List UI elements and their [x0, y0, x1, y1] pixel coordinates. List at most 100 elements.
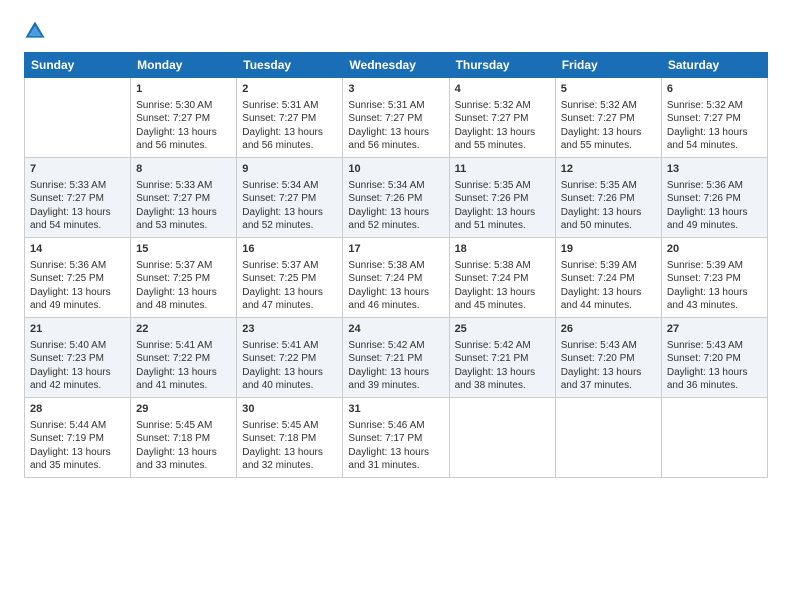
day-info-line: Daylight: 13 hours: [30, 286, 125, 300]
day-info-line: Sunrise: 5:34 AM: [242, 179, 337, 193]
day-info-line: and 53 minutes.: [136, 219, 231, 233]
day-info-line: and 44 minutes.: [561, 299, 656, 313]
day-info-line: Daylight: 13 hours: [561, 206, 656, 220]
day-number: 13: [667, 162, 762, 177]
calendar-cell: [25, 78, 131, 158]
day-info-line: Sunset: 7:22 PM: [136, 352, 231, 366]
day-info-line: Daylight: 13 hours: [242, 206, 337, 220]
day-info-line: Sunset: 7:21 PM: [455, 352, 550, 366]
day-info-line: Sunrise: 5:36 AM: [667, 179, 762, 193]
day-number: 1: [136, 82, 231, 97]
day-number: 7: [30, 162, 125, 177]
day-info-line: Sunset: 7:25 PM: [30, 272, 125, 286]
calendar-cell: 22Sunrise: 5:41 AMSunset: 7:22 PMDayligh…: [131, 318, 237, 398]
calendar-cell: 29Sunrise: 5:45 AMSunset: 7:18 PMDayligh…: [131, 398, 237, 478]
calendar-cell: 12Sunrise: 5:35 AMSunset: 7:26 PMDayligh…: [555, 158, 661, 238]
header-cell-sunday: Sunday: [25, 53, 131, 78]
day-info-line: Sunset: 7:27 PM: [136, 192, 231, 206]
header-cell-thursday: Thursday: [449, 53, 555, 78]
calendar-cell: 9Sunrise: 5:34 AMSunset: 7:27 PMDaylight…: [237, 158, 343, 238]
day-info-line: Sunset: 7:27 PM: [348, 112, 443, 126]
day-info-line: and 32 minutes.: [242, 459, 337, 473]
day-info-line: Daylight: 13 hours: [455, 286, 550, 300]
day-info-line: and 54 minutes.: [30, 219, 125, 233]
day-info-line: Daylight: 13 hours: [667, 366, 762, 380]
logo-icon: [24, 20, 46, 42]
week-row-5: 28Sunrise: 5:44 AMSunset: 7:19 PMDayligh…: [25, 398, 768, 478]
calendar-cell: 3Sunrise: 5:31 AMSunset: 7:27 PMDaylight…: [343, 78, 449, 158]
day-info-line: Daylight: 13 hours: [667, 206, 762, 220]
header-cell-monday: Monday: [131, 53, 237, 78]
day-info-line: Daylight: 13 hours: [348, 446, 443, 460]
day-info-line: Sunset: 7:22 PM: [242, 352, 337, 366]
day-number: 20: [667, 242, 762, 257]
day-info-line: and 42 minutes.: [30, 379, 125, 393]
header: [24, 20, 768, 42]
day-info-line: Sunrise: 5:43 AM: [667, 339, 762, 353]
day-info-line: Sunset: 7:19 PM: [30, 432, 125, 446]
day-info-line: Sunrise: 5:37 AM: [136, 259, 231, 273]
day-info-line: Daylight: 13 hours: [561, 286, 656, 300]
day-info-line: and 49 minutes.: [667, 219, 762, 233]
day-number: 19: [561, 242, 656, 257]
day-info-line: Daylight: 13 hours: [136, 286, 231, 300]
day-info-line: and 50 minutes.: [561, 219, 656, 233]
header-cell-friday: Friday: [555, 53, 661, 78]
day-info-line: Sunrise: 5:42 AM: [455, 339, 550, 353]
day-info-line: Sunset: 7:20 PM: [667, 352, 762, 366]
day-info-line: Sunrise: 5:36 AM: [30, 259, 125, 273]
day-info-line: Daylight: 13 hours: [455, 206, 550, 220]
day-info-line: Daylight: 13 hours: [242, 446, 337, 460]
day-info-line: and 49 minutes.: [30, 299, 125, 313]
calendar-cell: 16Sunrise: 5:37 AMSunset: 7:25 PMDayligh…: [237, 238, 343, 318]
calendar-cell: 27Sunrise: 5:43 AMSunset: 7:20 PMDayligh…: [661, 318, 767, 398]
header-cell-wednesday: Wednesday: [343, 53, 449, 78]
day-info-line: Daylight: 13 hours: [348, 126, 443, 140]
day-info-line: and 33 minutes.: [136, 459, 231, 473]
day-info-line: Sunset: 7:23 PM: [30, 352, 125, 366]
day-info-line: and 36 minutes.: [667, 379, 762, 393]
day-number: 24: [348, 322, 443, 337]
day-info-line: and 55 minutes.: [455, 139, 550, 153]
calendar-cell: [661, 398, 767, 478]
day-info-line: Sunset: 7:24 PM: [455, 272, 550, 286]
header-cell-saturday: Saturday: [661, 53, 767, 78]
day-info-line: Sunrise: 5:35 AM: [561, 179, 656, 193]
calendar-cell: 13Sunrise: 5:36 AMSunset: 7:26 PMDayligh…: [661, 158, 767, 238]
day-info-line: Sunset: 7:27 PM: [30, 192, 125, 206]
day-info-line: Daylight: 13 hours: [242, 366, 337, 380]
day-info-line: Sunset: 7:25 PM: [136, 272, 231, 286]
day-info-line: and 51 minutes.: [455, 219, 550, 233]
day-info-line: Sunset: 7:23 PM: [667, 272, 762, 286]
day-info-line: Sunrise: 5:46 AM: [348, 419, 443, 433]
day-number: 23: [242, 322, 337, 337]
week-row-3: 14Sunrise: 5:36 AMSunset: 7:25 PMDayligh…: [25, 238, 768, 318]
logo: [24, 20, 50, 42]
day-info-line: Sunrise: 5:32 AM: [455, 99, 550, 113]
day-number: 4: [455, 82, 550, 97]
calendar-cell: 11Sunrise: 5:35 AMSunset: 7:26 PMDayligh…: [449, 158, 555, 238]
day-number: 21: [30, 322, 125, 337]
calendar-cell: [449, 398, 555, 478]
day-info-line: Daylight: 13 hours: [348, 286, 443, 300]
day-info-line: Daylight: 13 hours: [348, 206, 443, 220]
day-info-line: Sunrise: 5:38 AM: [348, 259, 443, 273]
calendar-cell: 10Sunrise: 5:34 AMSunset: 7:26 PMDayligh…: [343, 158, 449, 238]
day-number: 30: [242, 402, 337, 417]
page: SundayMondayTuesdayWednesdayThursdayFrid…: [0, 0, 792, 612]
day-number: 12: [561, 162, 656, 177]
day-info-line: Sunrise: 5:32 AM: [667, 99, 762, 113]
calendar-cell: 1Sunrise: 5:30 AMSunset: 7:27 PMDaylight…: [131, 78, 237, 158]
day-info-line: Sunrise: 5:40 AM: [30, 339, 125, 353]
day-info-line: Sunrise: 5:33 AM: [136, 179, 231, 193]
day-number: 11: [455, 162, 550, 177]
day-number: 26: [561, 322, 656, 337]
day-info-line: Sunset: 7:20 PM: [561, 352, 656, 366]
day-info-line: Sunset: 7:18 PM: [136, 432, 231, 446]
calendar-cell: 6Sunrise: 5:32 AMSunset: 7:27 PMDaylight…: [661, 78, 767, 158]
calendar-cell: 19Sunrise: 5:39 AMSunset: 7:24 PMDayligh…: [555, 238, 661, 318]
calendar-cell: 28Sunrise: 5:44 AMSunset: 7:19 PMDayligh…: [25, 398, 131, 478]
day-info-line: Sunrise: 5:43 AM: [561, 339, 656, 353]
day-info-line: Daylight: 13 hours: [455, 366, 550, 380]
calendar-cell: 15Sunrise: 5:37 AMSunset: 7:25 PMDayligh…: [131, 238, 237, 318]
